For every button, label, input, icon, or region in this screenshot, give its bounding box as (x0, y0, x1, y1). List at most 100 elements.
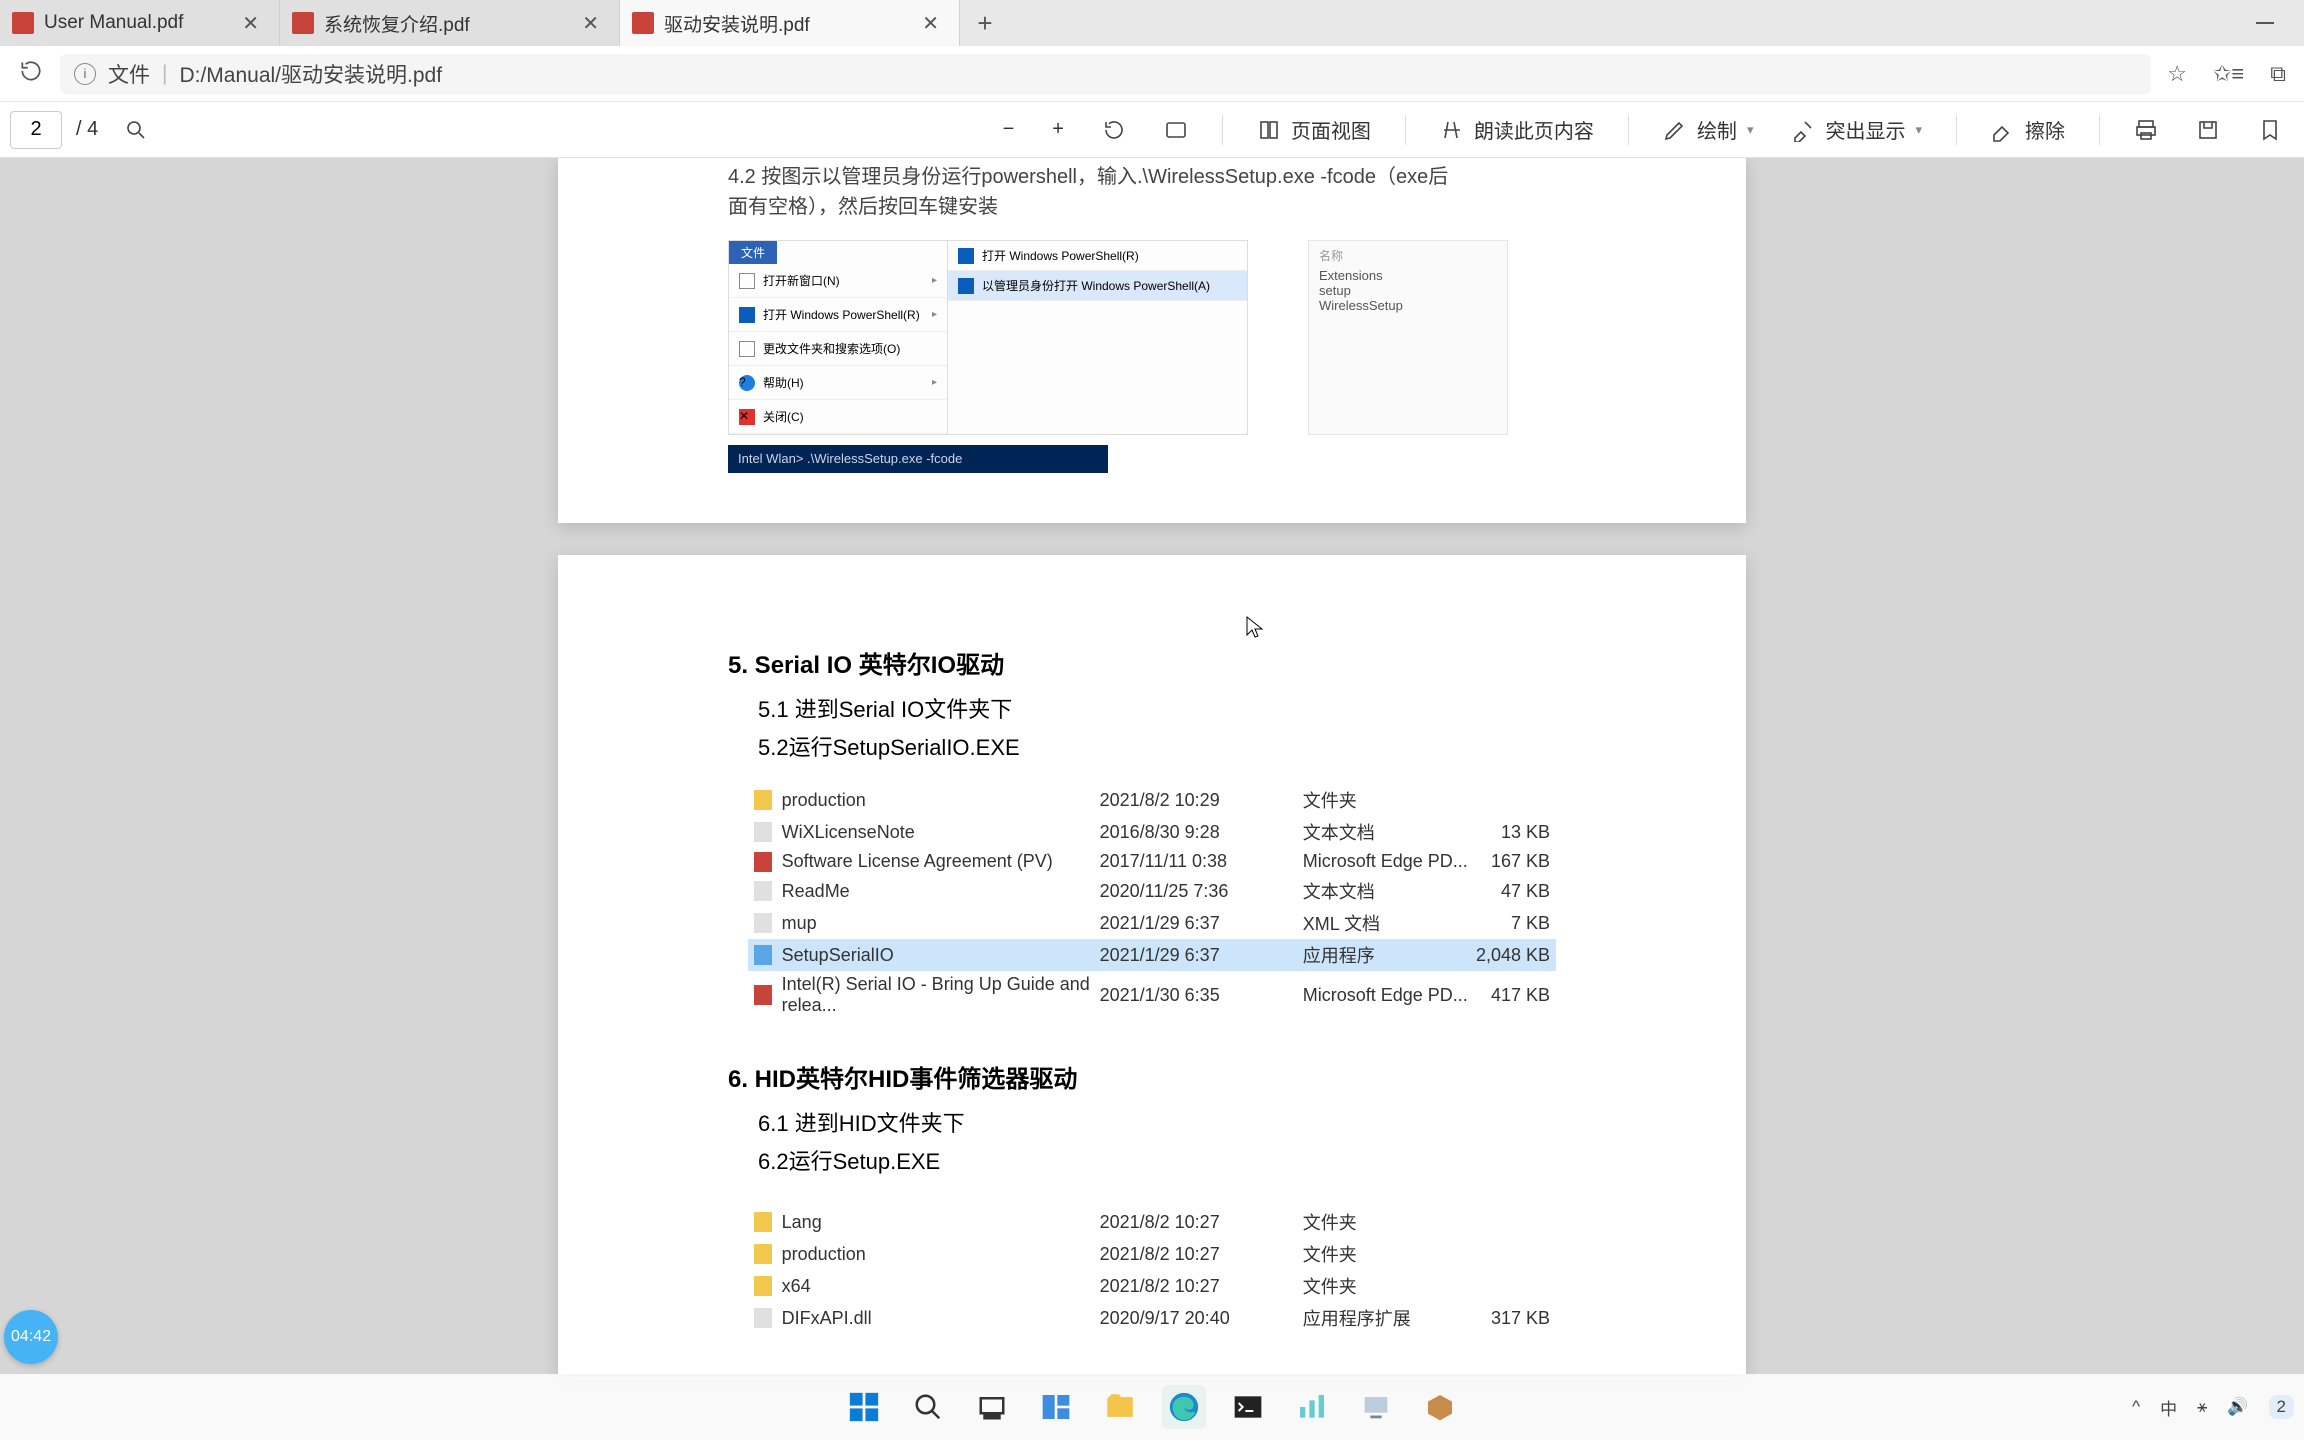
file-row: Software License Agreement (PV)2017/11/1… (748, 848, 1556, 875)
file-type-icon (754, 1244, 772, 1264)
file-type-icon (754, 913, 772, 933)
file-name: Lang (782, 1212, 1100, 1233)
print-icon[interactable] (2122, 112, 2170, 148)
file-type-icon (754, 945, 772, 965)
chevron-down-icon[interactable]: ▾ (1747, 122, 1754, 138)
box-app-icon[interactable] (1418, 1385, 1462, 1429)
file-type-icon (754, 881, 772, 901)
chevron-down-icon[interactable]: ▾ (1915, 122, 1922, 138)
pdf-icon (12, 12, 34, 34)
doc-text-4-2-b: 面有空格），然后按回车键安装 (728, 192, 1576, 222)
file-name: mup (782, 913, 1100, 934)
file-date: 2021/8/2 10:27 (1100, 1212, 1303, 1233)
file-date: 2020/9/17 20:40 (1100, 1308, 1303, 1329)
close-icon[interactable]: ✕ (918, 7, 943, 40)
close-icon[interactable]: ✕ (238, 7, 263, 40)
file-explorer-icon[interactable] (1098, 1385, 1142, 1429)
powershell-console-screenshot: Intel Wlan> .\WirelessSetup.exe -fcode (728, 445, 1108, 473)
highlight-button[interactable]: 突出显示 ▾ (1779, 109, 1934, 150)
device-app-icon[interactable] (1354, 1385, 1398, 1429)
site-info-icon[interactable]: i (74, 63, 96, 85)
tab-title: 系统恢复介绍.pdf (324, 10, 470, 37)
file-type-icon (754, 1308, 772, 1328)
file-date: 2021/8/2 10:29 (1100, 790, 1303, 811)
window-controls (2256, 0, 2304, 46)
file-row: Lang2021/8/2 10:27文件夹 (748, 1206, 1556, 1238)
refresh-icon[interactable] (18, 58, 44, 89)
file-type: 应用程序扩展 (1303, 1305, 1471, 1331)
favorites-star-icon[interactable]: ☆ (2167, 61, 2187, 87)
widgets-icon[interactable] (1034, 1385, 1078, 1429)
file-name: SetupSerialIO (782, 945, 1100, 966)
url-field[interactable]: i 文件 | D:/Manual/驱动安装说明.pdf (60, 54, 2151, 94)
file-date: 2021/8/2 10:27 (1100, 1276, 1303, 1297)
pdf-icon (632, 12, 654, 34)
new-tab-button[interactable]: + (960, 0, 1010, 46)
file-name: DIFxAPI.dll (782, 1308, 1100, 1329)
pdf-page-2-top: 4.2 按图示以管理员身份运行powershell，输入.\WirelessSe… (558, 158, 1746, 523)
page-number-input[interactable] (10, 111, 62, 149)
file-size: 47 KB (1471, 881, 1550, 902)
terminal-icon[interactable] (1226, 1385, 1270, 1429)
tab-system-recovery[interactable]: 系统恢复介绍.pdf ✕ (280, 0, 620, 46)
file-size: 417 KB (1471, 985, 1550, 1006)
tab-title: 驱动安装说明.pdf (664, 10, 810, 37)
file-row: SetupSerialIO2021/1/29 6:37应用程序2,048 KB (748, 939, 1556, 971)
ime-indicator[interactable]: 中 (2160, 1395, 2177, 1420)
draw-button[interactable]: 绘制 ▾ (1651, 109, 1766, 150)
close-icon[interactable]: ✕ (578, 7, 603, 40)
file-type: 文本文档 (1303, 878, 1471, 904)
windows-taskbar: ^ 中 ⚹ 🔊 2 (0, 1374, 2304, 1440)
erase-button[interactable]: 擦除 (1979, 109, 2077, 150)
file-name: Software License Agreement (PV) (782, 851, 1100, 872)
file-date: 2021/1/29 6:37 (1100, 913, 1303, 934)
zoom-in-button[interactable]: + (1040, 112, 1076, 147)
chart-app-icon[interactable] (1290, 1385, 1334, 1429)
minimize-icon[interactable] (2256, 22, 2274, 24)
bookmark-icon[interactable] (2246, 112, 2294, 148)
task-view-icon[interactable] (970, 1385, 1014, 1429)
favorites-icon[interactable]: ✩≡ (2213, 61, 2244, 87)
file-date: 2017/11/11 0:38 (1100, 851, 1303, 872)
file-row: Intel(R) Serial IO - Bring Up Guide and … (748, 971, 1556, 1019)
volume-icon[interactable]: 🔊 (2227, 1397, 2248, 1417)
tray-chevron-icon[interactable]: ^ (2132, 1397, 2140, 1417)
file-type-icon (754, 790, 772, 810)
notification-count[interactable]: 2 (2269, 1395, 2294, 1419)
page-total: / 4 (76, 118, 98, 141)
file-row: mup2021/1/29 6:37XML 文档7 KB (748, 907, 1556, 939)
search-icon[interactable] (112, 112, 160, 148)
pdf-icon (292, 12, 314, 34)
file-type-icon (754, 822, 772, 842)
zoom-out-button[interactable]: − (991, 112, 1027, 147)
section-5-2: 5.2运行SetupSerialIO.EXE (758, 730, 1576, 762)
file-date: 2016/8/30 9:28 (1100, 822, 1303, 843)
file-type-icon (754, 1212, 772, 1232)
section-6-2: 6.2运行Setup.EXE (758, 1144, 1576, 1176)
file-size: 2,048 KB (1471, 945, 1550, 966)
pdf-page-2-bottom: 5. Serial IO 英特尔IO驱动 5.1 进到Serial IO文件夹下… (558, 555, 1746, 1374)
collections-icon[interactable]: ⧉ (2270, 61, 2286, 87)
tab-driver-install[interactable]: 驱动安装说明.pdf ✕ (620, 0, 960, 46)
page-view-button[interactable]: 页面视图 (1245, 109, 1383, 150)
save-icon[interactable] (2184, 112, 2232, 148)
fit-page-icon[interactable] (1152, 112, 1200, 148)
file-type: 文本文档 (1303, 819, 1471, 845)
network-icon[interactable]: ⚹ (2197, 1397, 2207, 1417)
pdf-toolbar: / 4 − + 页面视图 朗读此页内容 绘制 ▾ 突出显示 ▾ 擦除 (0, 102, 2304, 158)
pdf-viewport[interactable]: 4.2 按图示以管理员身份运行powershell，输入.\WirelessSe… (0, 158, 2304, 1440)
file-type-icon (754, 852, 772, 872)
video-timestamp-badge: 04:42 (4, 1310, 58, 1364)
ribbon-file-tab: 文件 (729, 241, 777, 264)
read-aloud-button[interactable]: 朗读此页内容 (1428, 109, 1606, 150)
tab-user-manual[interactable]: User Manual.pdf ✕ (0, 0, 280, 46)
search-icon[interactable] (906, 1385, 950, 1429)
edge-icon[interactable] (1162, 1385, 1206, 1429)
file-size: 13 KB (1471, 822, 1550, 843)
file-type: 文件夹 (1303, 1273, 1471, 1299)
file-list-serialio: production2021/8/2 10:29文件夹WiXLicenseNot… (748, 784, 1556, 1019)
start-button[interactable] (842, 1385, 886, 1429)
section-6-title: 6. HID英特尔HID事件筛选器驱动 (728, 1059, 1576, 1094)
file-type: Microsoft Edge PD... (1303, 851, 1471, 872)
rotate-icon[interactable] (1090, 112, 1138, 148)
